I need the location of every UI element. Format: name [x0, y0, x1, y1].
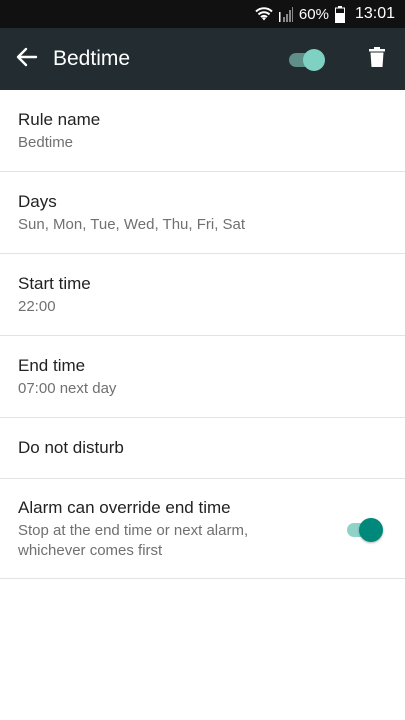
battery-percent: 60% — [298, 5, 329, 23]
toggle-thumb — [303, 49, 325, 71]
arrow-left-icon — [16, 47, 38, 72]
setting-start-time[interactable]: Start time 22:00 — [0, 254, 405, 336]
page-title: Bedtime — [53, 47, 131, 70]
setting-value: 22:00 — [18, 297, 56, 315]
back-button[interactable] — [2, 28, 52, 90]
setting-text: Alarm can override end time Stop at the … — [18, 497, 318, 561]
setting-value: Sun, Mon, Tue, Wed, Thu, Fri, Sat — [18, 215, 246, 233]
setting-description: Stop at the end time or next alarm, whic… — [18, 521, 249, 559]
setting-alarm-override[interactable]: Alarm can override end time Stop at the … — [0, 479, 405, 579]
alarm-override-toggle[interactable] — [345, 515, 385, 543]
setting-days[interactable]: Days Sun, Mon, Tue, Wed, Thu, Fri, Sat — [0, 172, 405, 254]
rule-enabled-toggle[interactable] — [287, 45, 327, 73]
status-time: 13:01 — [354, 5, 395, 22]
trash-icon — [369, 46, 385, 72]
setting-label: Rule name — [18, 109, 101, 129]
delete-button[interactable] — [355, 37, 399, 81]
setting-end-time[interactable]: End time 07:00 next day — [0, 336, 405, 418]
setting-label: Days — [18, 191, 57, 211]
setting-label: Alarm can override end time — [18, 497, 231, 517]
setting-do-not-disturb[interactable]: Do not disturb — [0, 418, 405, 479]
battery-icon — [334, 5, 345, 23]
wifi-icon — [255, 6, 273, 22]
setting-label: Start time — [18, 273, 91, 293]
settings-list: Rule name Bedtime Days Sun, Mon, Tue, We… — [0, 90, 405, 579]
setting-label: Do not disturb — [18, 438, 124, 457]
status-bar: 60% 13:01 — [0, 0, 405, 28]
signal-icon — [278, 6, 293, 22]
setting-value: 07:00 next day — [18, 379, 117, 397]
toggle-thumb — [359, 517, 383, 542]
setting-label: End time — [18, 355, 86, 375]
setting-value: Bedtime — [18, 133, 74, 151]
app-bar: Bedtime — [0, 28, 405, 90]
setting-rule-name[interactable]: Rule name Bedtime — [0, 90, 405, 172]
